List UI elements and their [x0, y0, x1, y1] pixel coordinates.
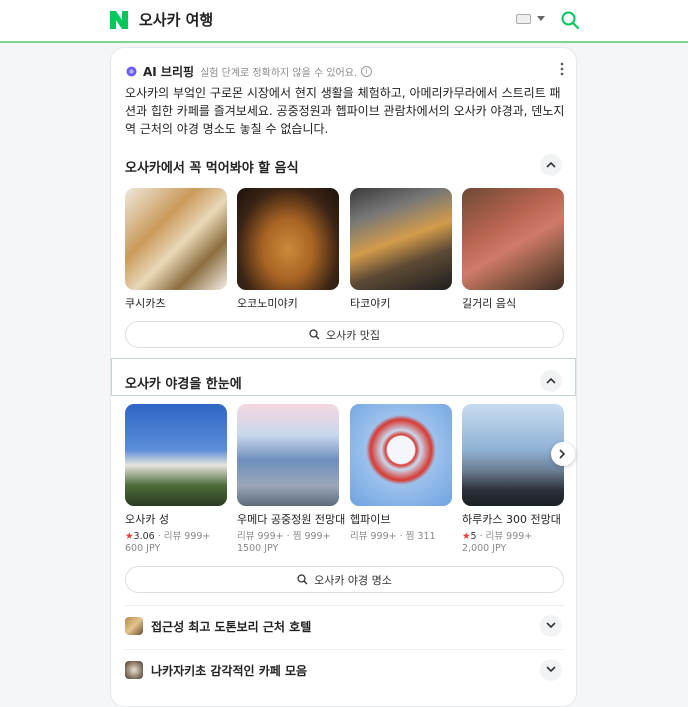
osaka-restaurants-button[interactable]: 오사카 맛집: [125, 321, 564, 348]
kushikatsu-image[interactable]: [125, 188, 227, 290]
harukas-300-image[interactable]: [462, 404, 564, 506]
food-item-label[interactable]: 길거리 음식: [462, 295, 516, 311]
osaka-night-spots-button[interactable]: 오사카 야경 명소: [125, 566, 564, 593]
ai-summary-text: 오사카의 부엌인 구로몬 시장에서 현지 생활을 체험하고, 아메리카무라에서 …: [125, 86, 565, 136]
divider: [125, 649, 564, 650]
star-icon: ★: [125, 531, 134, 542]
search-query[interactable]: 오사카 여행: [139, 9, 213, 30]
save-count: 찜 311: [405, 531, 436, 542]
search-icon: [309, 329, 320, 340]
place-price: 1500 JPY: [237, 543, 279, 554]
food-collapse-toggle[interactable]: [540, 154, 562, 176]
review-count: 리뷰 999+: [237, 531, 284, 542]
chevron-down-icon: [546, 666, 556, 673]
review-count: 리뷰 999+: [485, 531, 533, 542]
place-item-label[interactable]: 하루카스 300 전망대: [462, 511, 561, 527]
divider: [125, 605, 564, 606]
related-topic-label: 나카자키초 감각적인 카페 모음: [151, 663, 308, 678]
rating-value: 5: [470, 531, 477, 542]
related-topic-hotels[interactable]: 접근성 최고 도톤보리 근처 호텔: [125, 611, 564, 641]
review-count: 리뷰 999+: [163, 531, 211, 542]
cafes-expand-toggle[interactable]: [540, 659, 562, 681]
search-icon: [297, 574, 308, 585]
night-collapse-toggle[interactable]: [540, 370, 562, 392]
osaka-restaurants-label: 오사카 맛집: [325, 328, 381, 342]
related-topic-cafes[interactable]: 나카자키초 감각적인 카페 모음: [125, 655, 564, 685]
street-food-image[interactable]: [462, 188, 564, 290]
takoyaki-image[interactable]: [350, 188, 452, 290]
chevron-right-icon: [559, 449, 566, 459]
related-topic-label: 접근성 최고 도톤보리 근처 호텔: [151, 619, 312, 634]
chevron-down-icon: [546, 622, 556, 629]
top-bar: 오사카 여행: [0, 0, 688, 43]
separator: ·: [286, 531, 290, 542]
okonomiyaki-image[interactable]: [237, 188, 339, 290]
place-meta: 리뷰 999+ · 찜 999+: [237, 528, 331, 542]
osaka-night-spots-label: 오사카 야경 명소: [314, 573, 392, 587]
food-item-label[interactable]: 타코야키: [350, 295, 390, 311]
place-item-label[interactable]: 우메다 공중정원 전망대: [237, 511, 345, 527]
hotels-expand-toggle[interactable]: [540, 615, 562, 637]
separator: ·: [479, 531, 483, 542]
osaka-castle-image[interactable]: [125, 404, 227, 506]
place-item-label[interactable]: 헵파이브: [350, 511, 390, 527]
ai-briefing-card: AI 브리핑 실험 단계로 정확하지 않을 수 있어요. i 오사카의 부엌인 …: [110, 47, 577, 707]
rating-value: 3.06: [133, 531, 155, 542]
place-item-label[interactable]: 오사카 성: [125, 511, 169, 527]
chevron-up-icon: [546, 161, 556, 168]
carousel-next-button[interactable]: [551, 442, 575, 466]
ai-sparkle-icon: [126, 66, 137, 76]
place-price: 2,000 JPY: [462, 543, 507, 554]
separator: ·: [399, 531, 403, 542]
keyboard-icon[interactable]: [516, 14, 531, 24]
place-price: 600 JPY: [125, 543, 161, 554]
cafe-thumbnail: [125, 661, 143, 679]
naver-logo-icon[interactable]: [110, 11, 128, 29]
umeda-sky-image[interactable]: [237, 404, 339, 506]
search-icon[interactable]: [561, 11, 579, 29]
save-count: 찜 999+: [292, 531, 331, 542]
ai-briefing-title: AI 브리핑: [143, 64, 195, 79]
more-options-icon[interactable]: [560, 62, 564, 76]
food-item-label[interactable]: 오코노미야키: [237, 295, 298, 311]
chevron-up-icon: [546, 377, 556, 384]
night-section-title: 오사카 야경을 한눈에: [125, 377, 242, 392]
place-meta: 리뷰 999+ · 찜 311: [350, 528, 436, 542]
food-section-title: 오사카에서 꼭 먹어봐야 할 음식: [125, 161, 299, 176]
hotel-thumbnail: [125, 617, 143, 635]
info-icon[interactable]: i: [361, 65, 373, 77]
place-meta: ★3.06 · 리뷰 999+: [125, 528, 210, 542]
hep-five-image[interactable]: [350, 404, 452, 506]
star-icon: ★: [462, 531, 471, 542]
ai-disclaimer: 실험 단계로 정확하지 않을 수 있어요.: [200, 67, 358, 79]
review-count: 리뷰 999+: [350, 531, 397, 542]
separator: ·: [157, 531, 161, 542]
ai-briefing-header: AI 브리핑 실험 단계로 정확하지 않을 수 있어요. i: [125, 62, 373, 80]
chevron-down-icon[interactable]: [537, 16, 545, 21]
food-item-label[interactable]: 쿠시카츠: [125, 295, 165, 311]
place-meta: ★5 · 리뷰 999+: [462, 528, 532, 542]
